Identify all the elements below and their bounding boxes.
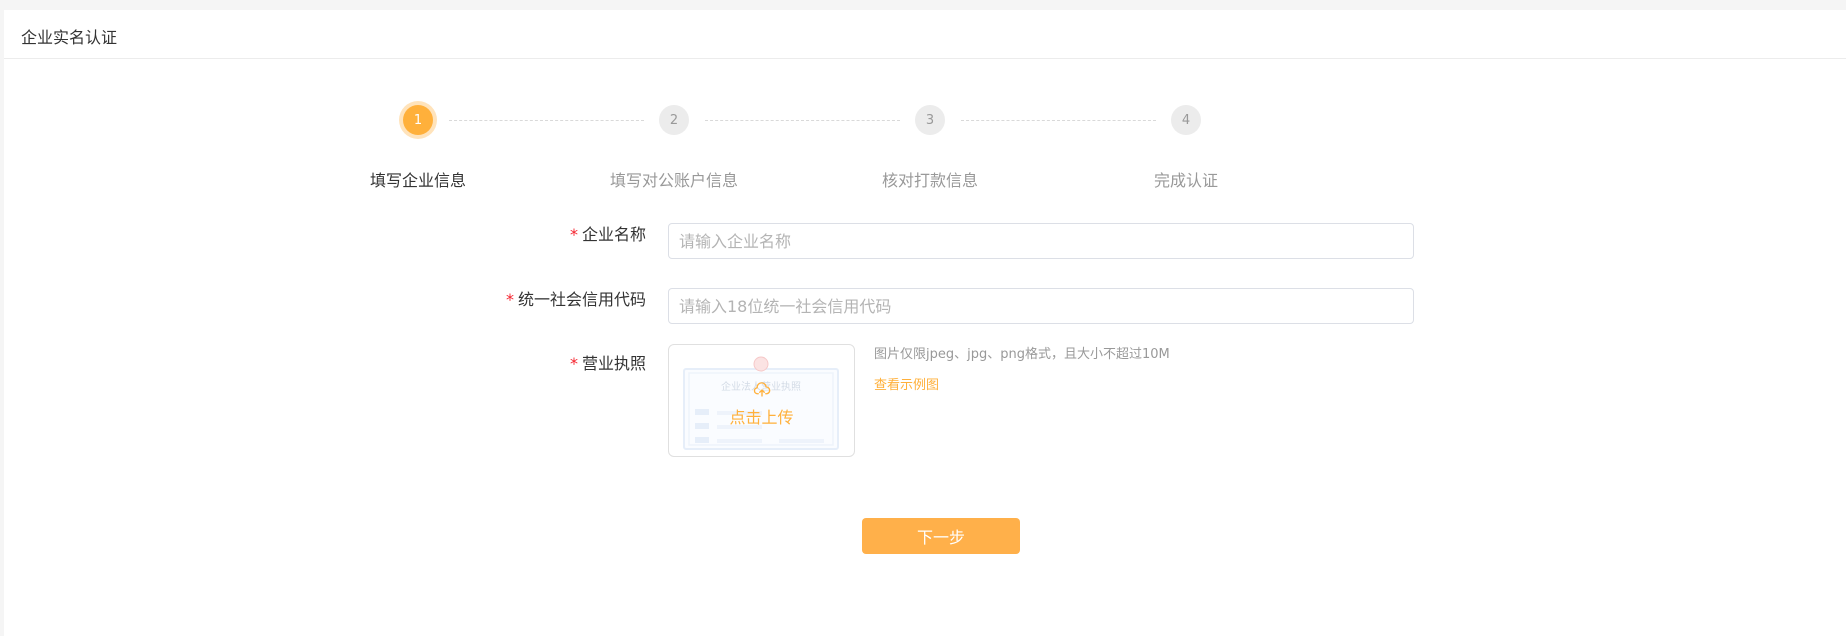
- upload-hint: 图片仅限jpeg、jpg、png格式，且大小不超过10M: [874, 347, 1170, 362]
- page: 企业实名认证 1 2 3 4 填写企业信息 填写对公账户信息 核对打款信息 完成…: [4, 10, 1846, 636]
- upload-text: 点击上传: [729, 408, 794, 427]
- credit-code-label-text: 统一社会信用代码: [517, 290, 646, 309]
- view-example-link[interactable]: 查看示例图: [874, 374, 939, 393]
- company-name-label: * 企业名称: [570, 221, 646, 245]
- required-mark: *: [569, 354, 578, 373]
- step-4-label: 完成认证: [1153, 171, 1219, 190]
- step-connector: [449, 120, 644, 121]
- business-license-label-text: 营业执照: [581, 354, 646, 373]
- step-connector: [961, 120, 1156, 121]
- step-1-circle: 1: [403, 105, 433, 135]
- step-2-circle: 2: [659, 105, 689, 135]
- company-name-input[interactable]: [668, 223, 1414, 259]
- company-name-label-text: 企业名称: [581, 225, 646, 244]
- step-3-label: 核对打款信息: [881, 171, 979, 190]
- step-connector: [705, 120, 900, 121]
- business-license-label: * 营业执照: [570, 350, 646, 374]
- required-mark: *: [505, 290, 514, 309]
- step-4-circle: 4: [1171, 105, 1201, 135]
- next-step-button[interactable]: 下一步: [862, 518, 1020, 554]
- license-placeholder-illustration: 企业法人营业执照: [683, 356, 839, 450]
- credit-code-label: * 统一社会信用代码: [506, 286, 646, 310]
- credit-code-input[interactable]: [668, 288, 1414, 324]
- step-1-label: 填写企业信息: [369, 171, 467, 190]
- steps-indicator: 1 2 3 4 填写企业信息 填写对公账户信息 核对打款信息 完成认证: [4, 10, 1846, 200]
- required-mark: *: [569, 225, 578, 244]
- license-upload-area[interactable]: 企业法人营业执照 点击上传: [668, 344, 855, 457]
- cloud-upload-icon: [753, 382, 771, 397]
- step-3-circle: 3: [915, 105, 945, 135]
- step-2-label: 填写对公账户信息: [609, 171, 739, 190]
